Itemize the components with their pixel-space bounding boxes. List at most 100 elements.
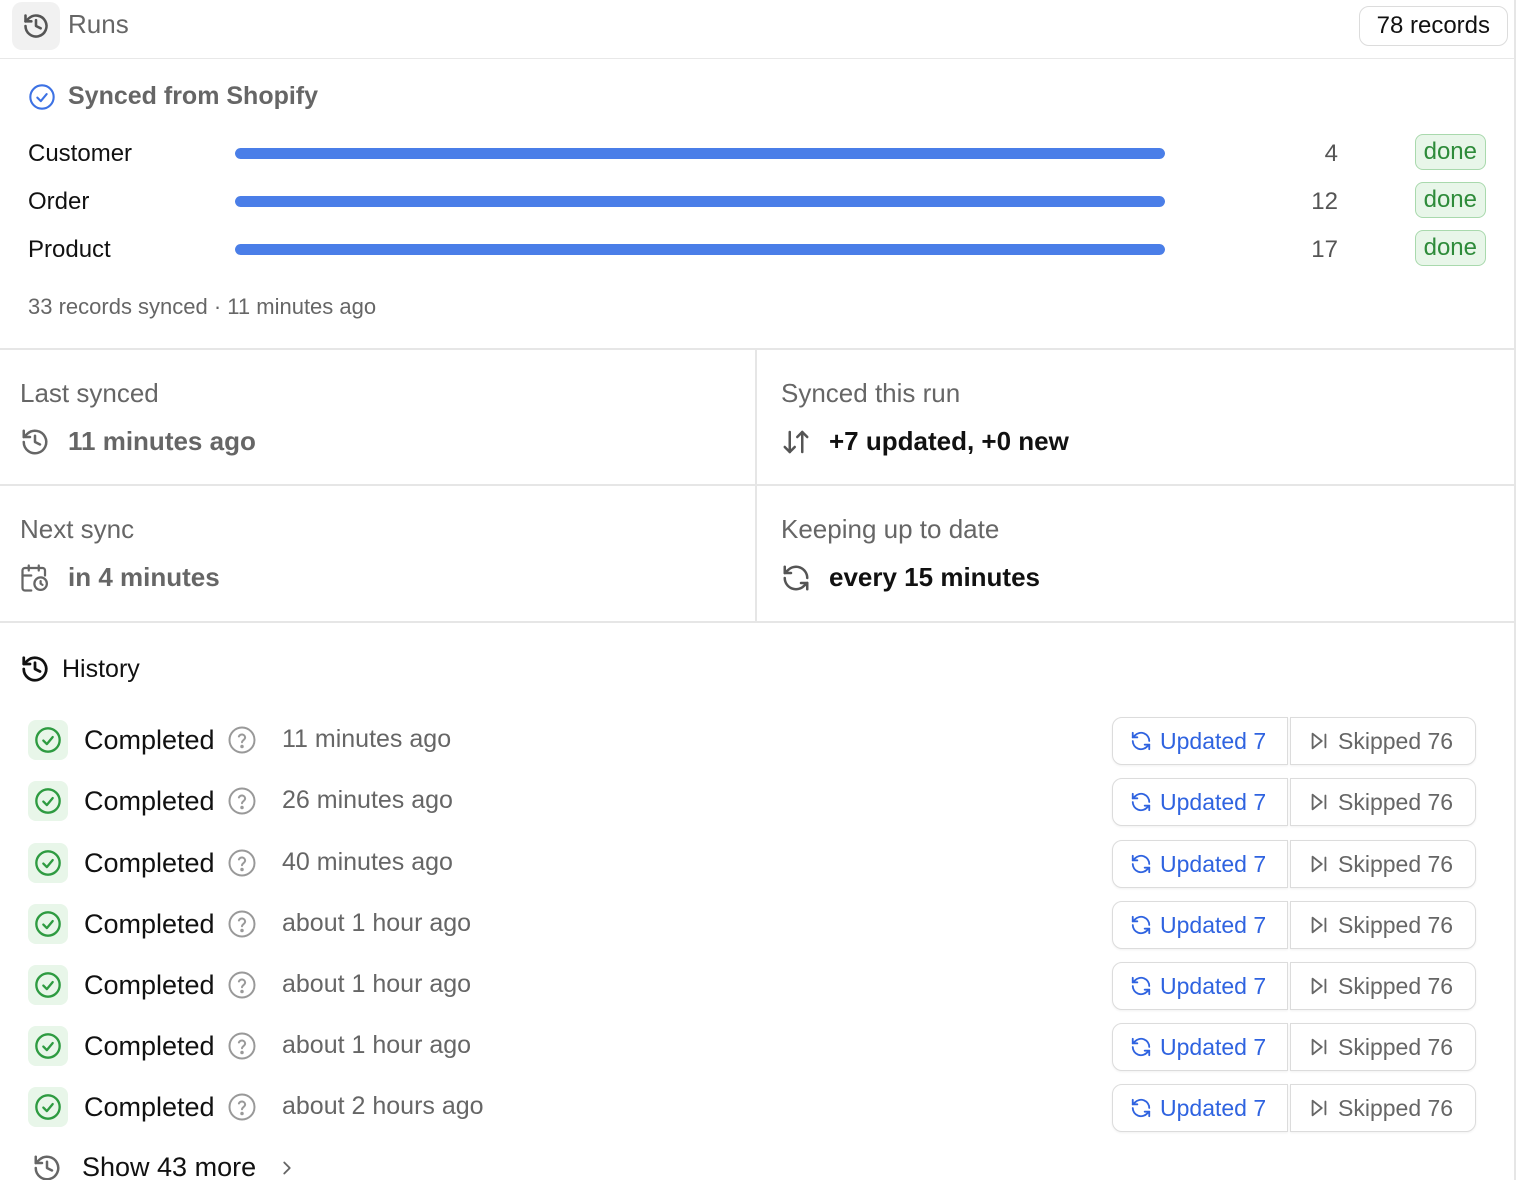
history-row: Completed about 1 hour ago Updated 7 Skippe… — [28, 1023, 1476, 1071]
check-circle-icon — [28, 965, 68, 1005]
object-count: 12 — [1311, 188, 1338, 215]
object-count: 17 — [1311, 236, 1338, 263]
skipped-button[interactable]: Skipped 76 — [1290, 901, 1476, 949]
refresh-icon — [783, 565, 809, 590]
skipped-button[interactable]: Skipped 76 — [1290, 1023, 1476, 1071]
skipped-button[interactable]: Skipped 76 — [1290, 840, 1476, 888]
check-circle-icon — [29, 83, 55, 110]
stat-label: Keeping up to date — [781, 514, 1000, 544]
check-circle-icon — [28, 720, 68, 760]
run-time: about 1 hour ago — [282, 970, 472, 998]
skipped-button[interactable]: Skipped 76 — [1290, 717, 1476, 765]
history-row: Completed about 2 hours ago Updated 7 Skipp… — [28, 1084, 1476, 1132]
skip-forward-icon — [1311, 916, 1327, 934]
runs-title: Runs — [68, 9, 129, 39]
run-time: about 1 hour ago — [282, 909, 472, 937]
skipped-button[interactable]: Skipped 76 — [1290, 778, 1476, 826]
stat-keeping-up: Keeping up to date every 15 minutes — [781, 514, 1040, 592]
help-icon[interactable] — [227, 1031, 257, 1066]
run-time: 11 minutes ago — [282, 725, 452, 753]
sync-summary: 33 records synced · 11 minutes ago — [28, 294, 377, 319]
help-icon[interactable] — [227, 725, 257, 760]
updated-button[interactable]: Updated 7 — [1112, 717, 1288, 765]
stat-value: +7 updated, +0 new — [829, 426, 1069, 456]
refresh-icon — [1131, 731, 1151, 751]
show-more-button[interactable]: Show 43 more — [32, 1152, 298, 1180]
skip-forward-icon — [1311, 793, 1327, 811]
help-icon[interactable] — [227, 786, 257, 821]
run-status: Completed — [84, 848, 215, 878]
status-badge: done — [1414, 230, 1486, 266]
history-title: History — [62, 654, 140, 683]
calendar-clock-icon — [21, 563, 48, 592]
run-time: 26 minutes ago — [282, 786, 453, 814]
run-result-group: Updated 7 Skipped 76 — [1112, 717, 1476, 765]
object-count: 4 — [1324, 140, 1338, 167]
run-status: Completed — [84, 909, 215, 939]
object-label: Product — [28, 236, 111, 263]
progress-bar — [235, 148, 1165, 159]
stat-last-synced: Last synced 11 minutes ago — [20, 378, 256, 456]
skipped-button[interactable]: Skipped 76 — [1290, 962, 1476, 1010]
check-circle-icon — [28, 843, 68, 883]
help-icon[interactable] — [227, 848, 257, 883]
divider — [0, 621, 1514, 623]
sync-object-row: Customer 4 done — [28, 134, 1488, 174]
history-row: Completed 26 minutes ago Updated 7 Skipped … — [28, 778, 1476, 826]
updated-button[interactable]: Updated 7 — [1112, 1023, 1288, 1071]
show-more-label: Show 43 more — [82, 1152, 257, 1180]
runs-panel: Runs 78 records Synced from Shopify Cust… — [0, 0, 1516, 1180]
history-heading: History — [20, 654, 140, 684]
check-circle-icon — [28, 1026, 68, 1066]
history-icon — [22, 429, 48, 454]
history-row: Completed about 1 hour ago Updated 7 Skippe… — [28, 962, 1476, 1010]
status-badge: done — [1414, 134, 1486, 170]
updated-label: Updated 7 — [1160, 1033, 1267, 1060]
help-icon[interactable] — [227, 970, 257, 1005]
help-icon[interactable] — [227, 909, 257, 944]
run-status: Completed — [84, 1092, 215, 1122]
refresh-icon — [1131, 854, 1151, 874]
history-icon — [12, 2, 60, 50]
refresh-icon — [1131, 915, 1151, 935]
run-status: Completed — [84, 786, 215, 816]
skip-forward-icon — [1311, 732, 1327, 750]
progress-bar — [235, 244, 1165, 255]
updated-button[interactable]: Updated 7 — [1112, 1084, 1288, 1132]
run-status: Completed — [84, 1031, 215, 1061]
skipped-label: Skipped 76 — [1338, 1094, 1454, 1121]
records-badge: 78 records — [1358, 6, 1508, 46]
skipped-label: Skipped 76 — [1338, 788, 1454, 815]
run-result-group: Updated 7 Skipped 76 — [1112, 901, 1476, 949]
history-row: Completed 40 minutes ago Updated 7 Skipped … — [28, 840, 1476, 888]
sync-object-row: Product 17 done — [28, 230, 1488, 270]
skipped-label: Skipped 76 — [1338, 911, 1454, 938]
updated-label: Updated 7 — [1160, 972, 1267, 999]
updated-label: Updated 7 — [1160, 850, 1267, 877]
updated-button[interactable]: Updated 7 — [1112, 962, 1288, 1010]
divider — [0, 348, 1514, 350]
run-status: Completed — [84, 970, 215, 1000]
stat-synced-this-run: Synced this run +7 updated, +0 new — [781, 378, 1069, 456]
chevron-right-icon — [283, 1161, 291, 1174]
status-badge: done — [1414, 182, 1486, 218]
updated-button[interactable]: Updated 7 — [1112, 778, 1288, 826]
help-icon[interactable] — [227, 1092, 257, 1127]
object-label: Customer — [28, 140, 133, 167]
updated-label: Updated 7 — [1160, 788, 1267, 815]
skipped-label: Skipped 76 — [1338, 1033, 1454, 1060]
stat-label: Synced this run — [781, 378, 961, 408]
updated-button[interactable]: Updated 7 — [1112, 901, 1288, 949]
skipped-button[interactable]: Skipped 76 — [1290, 1084, 1476, 1132]
divider — [0, 484, 1514, 486]
stat-next-sync: Next sync in 4 minutes — [20, 514, 220, 592]
stat-label: Next sync — [20, 514, 135, 544]
skipped-label: Skipped 76 — [1338, 850, 1454, 877]
updated-label: Updated 7 — [1160, 727, 1267, 754]
skipped-label: Skipped 76 — [1338, 727, 1454, 754]
stat-value: in 4 minutes — [68, 562, 220, 592]
run-result-group: Updated 7 Skipped 76 — [1112, 1084, 1476, 1132]
updated-button[interactable]: Updated 7 — [1112, 840, 1288, 888]
check-circle-icon — [28, 781, 68, 821]
arrows-up-down-icon — [783, 430, 809, 453]
